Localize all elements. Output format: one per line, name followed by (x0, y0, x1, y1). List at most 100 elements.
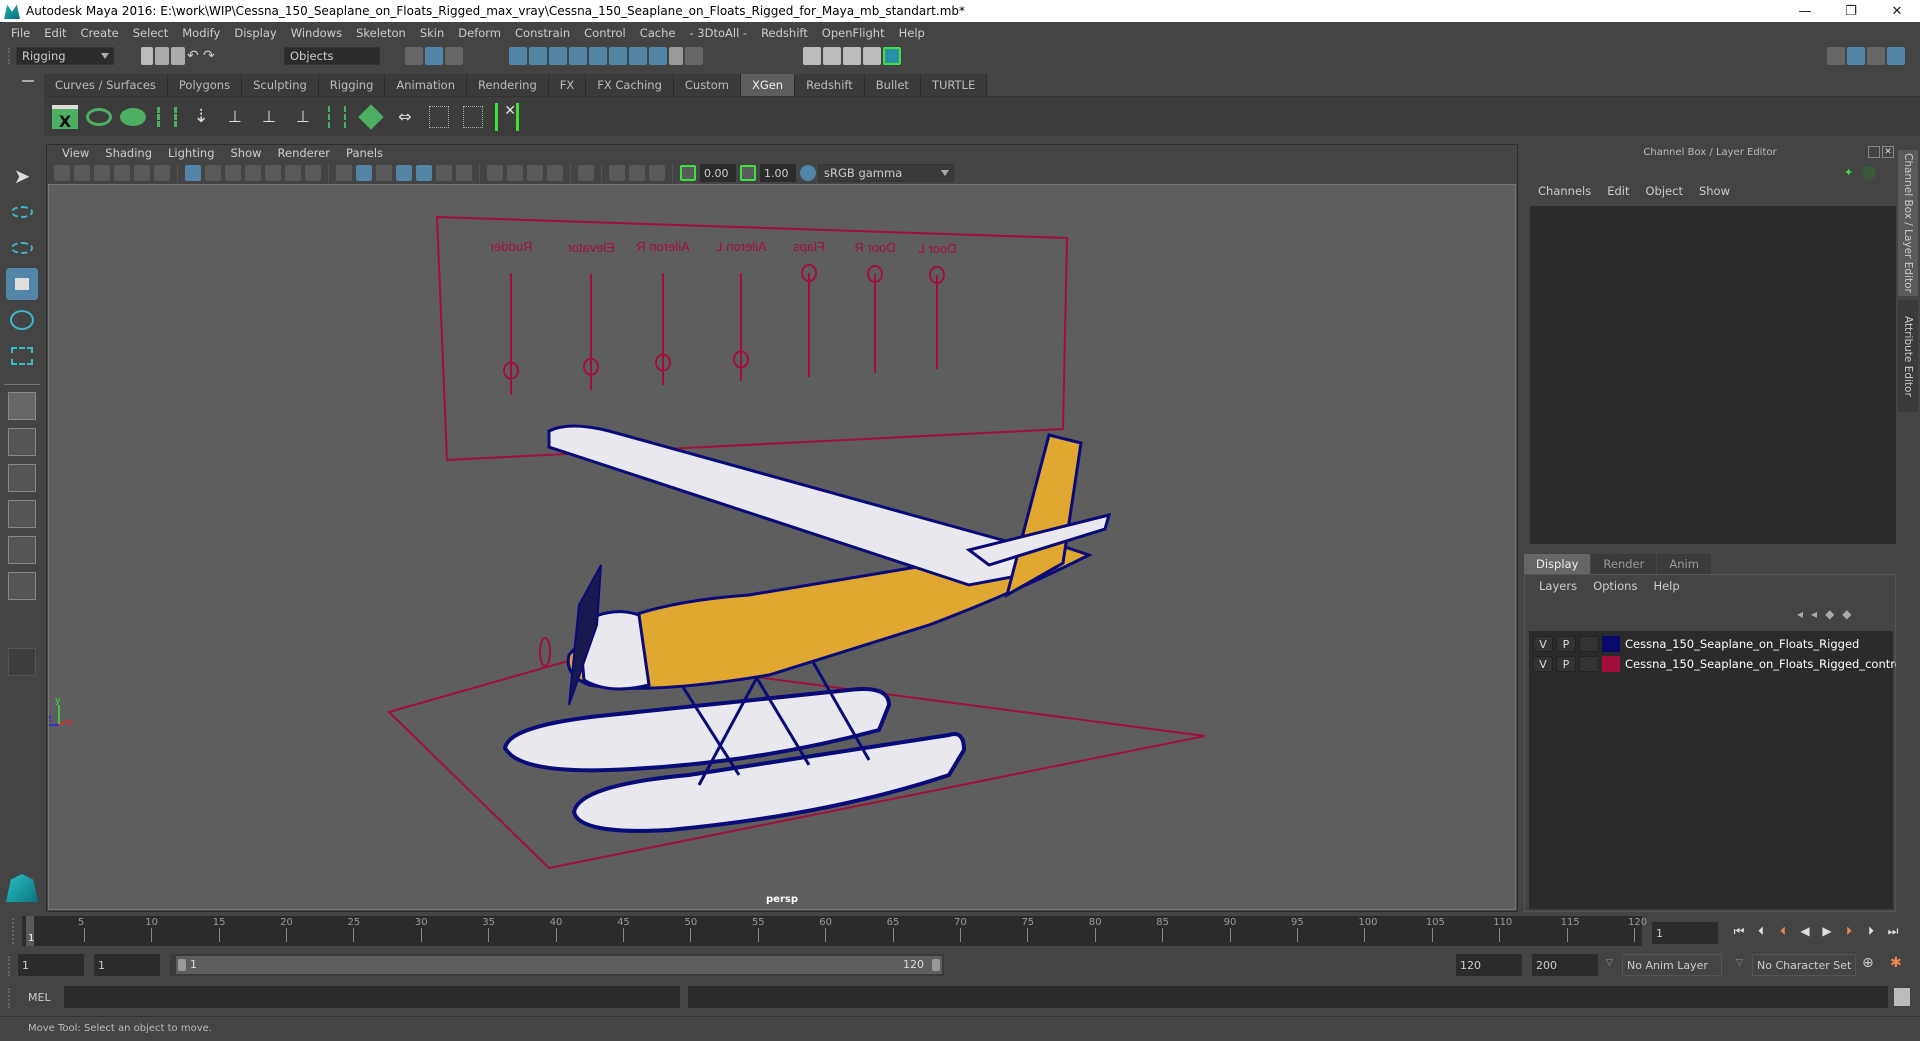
layer-row[interactable]: V P Cessna_150_Seaplane_on_Floats_Rigged… (1533, 655, 1920, 673)
command-language-label[interactable]: MEL (28, 991, 51, 1004)
select-object-icon[interactable] (425, 47, 443, 65)
shelf-tab-polygons[interactable]: Polygons (167, 74, 243, 96)
menu-control[interactable]: Control (577, 26, 633, 40)
hypershade-persp-layout-icon[interactable] (8, 536, 36, 564)
channel-box-area[interactable] (1530, 206, 1896, 544)
menu-deform[interactable]: Deform (451, 26, 508, 40)
safe-title-icon[interactable] (305, 165, 321, 181)
xgen-delete-guides-icon[interactable]: ✕ (492, 102, 522, 132)
render-frame-icon[interactable] (823, 47, 841, 65)
hypershade-icon[interactable] (883, 47, 901, 65)
float-panel-icon[interactable] (1868, 146, 1880, 158)
channel-menu-edit[interactable]: Edit (1599, 184, 1637, 198)
command-line-grip[interactable] (8, 988, 12, 1008)
play-back-icon[interactable]: ◀ (1796, 922, 1814, 940)
textured-icon[interactable] (416, 165, 432, 181)
persp-outliner-graph-layout-icon[interactable] (8, 572, 36, 600)
layer-menu-help[interactable]: Help (1645, 579, 1687, 593)
ipr-render-icon[interactable] (843, 47, 861, 65)
xgen-lock-guides-icon[interactable]: ⊥ (288, 102, 318, 132)
play-forward-icon[interactable]: ▶ (1818, 922, 1836, 940)
default-material-icon[interactable] (376, 165, 392, 181)
menu-constrain[interactable]: Constrain (508, 26, 577, 40)
script-editor-icon[interactable] (1894, 988, 1910, 1006)
xgen-guide-box-icon[interactable] (458, 102, 488, 132)
panel-menu-lighting[interactable]: Lighting (160, 146, 222, 160)
field-chart-icon[interactable] (265, 165, 281, 181)
range-slider-track[interactable]: 1 120 (170, 954, 944, 976)
move-tool-icon[interactable] (6, 268, 38, 300)
prev-key-icon[interactable]: ⏴ (1774, 922, 1792, 940)
shelf-tab-animation[interactable]: Animation (385, 74, 468, 96)
view-transform-dropdown[interactable]: sRGB gamma (818, 164, 954, 182)
new-layer-icon[interactable]: ◆ (1825, 607, 1834, 621)
undo-icon[interactable]: ↶ (187, 47, 201, 65)
animation-start-field[interactable]: 1 (18, 954, 84, 976)
close-panel-icon[interactable]: ✕ (1882, 146, 1894, 158)
layer-tab-anim[interactable]: Anim (1657, 554, 1711, 574)
menu-help[interactable]: Help (892, 26, 932, 40)
depth-of-field-icon[interactable] (547, 165, 563, 181)
menuset-dropdown[interactable]: Rigging (16, 47, 114, 65)
range-end-handle[interactable] (932, 959, 940, 971)
snap-surface-icon[interactable] (629, 47, 647, 65)
panel-menu-view[interactable]: View (54, 146, 97, 160)
shelf-tab-redshift[interactable]: Redshift (795, 74, 865, 96)
range-start-handle[interactable] (178, 959, 186, 971)
color-management-toggle-icon[interactable] (800, 165, 816, 181)
xgen-hide-icon[interactable] (118, 102, 148, 132)
menu-edit[interactable]: Edit (37, 26, 73, 40)
menu-redshift[interactable]: Redshift (754, 26, 815, 40)
xgen-patch-icon[interactable] (356, 102, 386, 132)
grease-pencil-icon[interactable] (154, 165, 170, 181)
new-layer-from-selected-icon[interactable]: ◆ (1842, 607, 1851, 621)
go-to-start-icon[interactable]: ⏮ (1730, 922, 1748, 940)
menu-select[interactable]: Select (126, 26, 175, 40)
xgen-add-guides-icon[interactable] (152, 102, 182, 132)
xgen-split-guides-icon[interactable] (322, 102, 352, 132)
manipulator-icon[interactable]: ✦ (1844, 166, 1858, 180)
menu-create[interactable]: Create (74, 26, 126, 40)
maximize-button[interactable]: ❐ (1828, 0, 1874, 22)
shadows-icon[interactable] (456, 165, 472, 181)
multisample-aa-icon[interactable] (527, 165, 543, 181)
menu-file[interactable]: File (4, 26, 37, 40)
persp-graph-layout-icon[interactable] (8, 500, 36, 528)
outliner-persp-layout-icon[interactable] (8, 464, 36, 492)
render-settings-icon[interactable] (863, 47, 881, 65)
grid-icon[interactable] (185, 165, 201, 181)
side-tab-channel-box[interactable]: Channel Box / Layer Editor (1898, 150, 1918, 296)
shelf-tab-bullet[interactable]: Bullet (864, 74, 921, 96)
layer-display-type-toggle[interactable] (1579, 636, 1599, 652)
animation-end-field[interactable]: 200 (1532, 954, 1598, 976)
anim-layer-dropdown[interactable]: No Anim Layer (1622, 954, 1722, 976)
seaplane-model[interactable] (502, 424, 1112, 833)
layer-tab-display[interactable]: Display (1524, 554, 1591, 574)
auto-key-icon[interactable]: ⊕ (1862, 955, 1874, 971)
animation-preferences-icon[interactable]: ✱ (1890, 955, 1902, 971)
paint-select-tool-icon[interactable] (6, 232, 38, 264)
menu-skeleton[interactable]: Skeleton (349, 26, 413, 40)
layer-menu-options[interactable]: Options (1585, 579, 1645, 593)
time-slider[interactable]: 1 5 10 15 20 25 30 35 40 45 50 55 60 65 70 75 80 85 90 95 1… (22, 916, 1647, 946)
select-camera-icon[interactable] (54, 165, 70, 181)
channel-menu-object[interactable]: Object (1638, 184, 1691, 198)
render-view-icon[interactable] (803, 47, 821, 65)
four-view-layout-icon[interactable] (8, 428, 36, 456)
exposure-field[interactable]: 0.00 (700, 164, 736, 182)
menu-windows[interactable]: Windows (284, 26, 349, 40)
speed-icon[interactable] (1862, 166, 1876, 180)
channel-menu-channels[interactable]: Channels (1530, 184, 1599, 198)
xgen-select-guides-icon[interactable] (424, 102, 454, 132)
step-forward-icon[interactable]: ⏵ (1862, 922, 1880, 940)
layer-playback-toggle[interactable]: P (1556, 656, 1576, 672)
lock-icon[interactable] (669, 47, 683, 65)
film-gate-icon[interactable] (205, 165, 221, 181)
tool-settings-toggle-icon[interactable] (1867, 47, 1885, 65)
panel-menu-show[interactable]: Show (223, 146, 270, 160)
attribute-editor-toggle-icon[interactable] (1847, 47, 1865, 65)
character-set-dropdown[interactable]: No Character Set (1752, 954, 1856, 976)
layer-menu-layers[interactable]: Layers (1531, 579, 1585, 593)
mel-command-input[interactable] (64, 986, 680, 1008)
anim-layer-chevron-icon[interactable]: ▽ (1606, 958, 1613, 968)
